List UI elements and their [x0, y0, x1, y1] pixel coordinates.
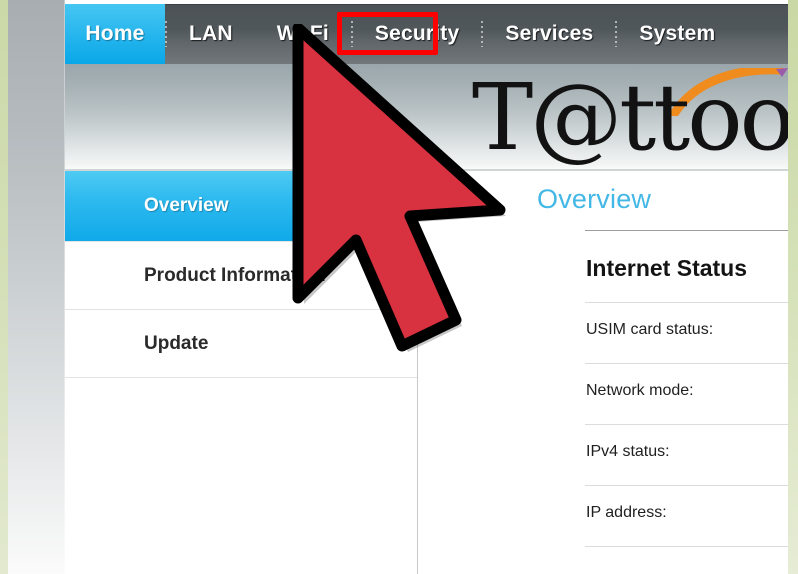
main-navigation-bar: Home LAN Wi-Fi Security Services System [65, 4, 788, 64]
brand-banner: T@ttoo [65, 64, 788, 171]
router-admin-window: Home LAN Wi-Fi Security Services System [65, 0, 788, 574]
nav-tab-security[interactable]: Security [353, 4, 481, 64]
content-panel: Overview Internet Status USIM card statu… [419, 171, 788, 574]
nav-tab-system-label: System [639, 22, 716, 45]
page-title: Overview [537, 184, 652, 214]
page-gutter-left [8, 0, 65, 574]
status-row-divider [585, 424, 788, 425]
sidebar-bottom-divider [65, 377, 417, 445]
status-row-divider [585, 302, 788, 303]
sidebar-item-product-information[interactable]: Product Information [65, 241, 417, 309]
sidebar-item-update-label: Update [144, 332, 209, 354]
sidebar-item-overview[interactable]: Overview [65, 171, 417, 241]
nav-tab-security-label: Security [374, 22, 460, 45]
nav-tab-system[interactable]: System [617, 4, 737, 64]
nav-tab-services[interactable]: Services [483, 4, 615, 64]
status-row-divider [585, 363, 788, 364]
sidebar-item-update[interactable]: Update [65, 309, 417, 377]
status-row-label-network-mode: Network mode: [586, 382, 694, 399]
nav-tab-lan[interactable]: LAN [167, 4, 255, 64]
screenshot-root: Home LAN Wi-Fi Security Services System [0, 0, 798, 574]
page-border-right [788, 0, 798, 574]
status-row-divider [585, 485, 788, 486]
page-border-left [0, 0, 8, 574]
nav-tab-lan-label: LAN [189, 22, 233, 45]
nav-tab-home[interactable]: Home [65, 4, 165, 64]
status-row-label-ipv4-status: IPv4 status: [586, 443, 670, 460]
section-heading-internet-status: Internet Status [586, 255, 748, 281]
nav-tab-wifi-label: Wi-Fi [276, 22, 329, 45]
sidebar-item-product-information-label: Product Information [144, 264, 326, 286]
title-divider [585, 230, 788, 231]
page-body: Overview Product Information Update Over… [65, 171, 788, 574]
nav-tab-home-label: Home [85, 22, 145, 45]
status-row-label-ip-address: IP address: [586, 504, 667, 521]
sidebar-item-overview-label: Overview [144, 195, 229, 216]
nav-tab-services-label: Services [505, 22, 594, 45]
nav-tab-wifi[interactable]: Wi-Fi [255, 4, 351, 64]
brand-logo-text: T@ttoo [471, 64, 788, 171]
status-row-divider [585, 546, 788, 547]
sidebar-menu: Overview Product Information Update [65, 171, 418, 574]
status-row-label-usim-card-status: USIM card status: [586, 321, 714, 338]
